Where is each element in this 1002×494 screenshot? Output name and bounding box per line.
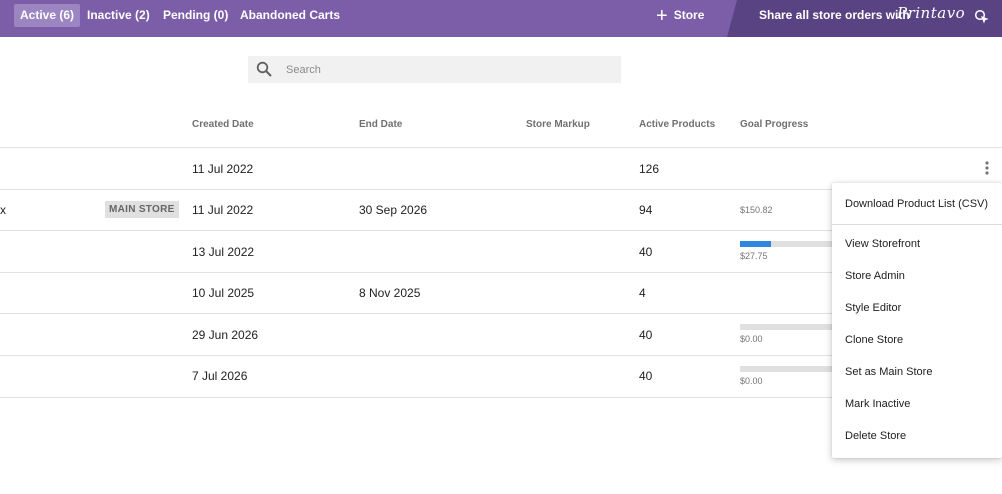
tab-active[interactable]: Active (6) [14,4,81,27]
active-products: 40 [639,245,653,259]
store-name-fragment: x [0,203,6,217]
column-header-store-markup[interactable]: Store Markup [526,119,590,130]
printavo-promo[interactable]: Share all store orders with Printavo [727,0,1002,37]
add-store-button[interactable]: + Store [656,4,704,27]
created-date: 7 Jul 2026 [192,369,248,383]
menu-item-mark-inactive[interactable]: Mark Inactive [832,390,1002,418]
column-header-goal-progress[interactable]: Goal Progress [740,119,808,130]
goal-amount: $0.00 [740,376,763,386]
menu-item-clone-store[interactable]: Clone Store [832,326,1002,354]
goal-amount: $0.00 [740,334,763,344]
active-products: 40 [639,328,653,342]
search-box [248,56,621,83]
column-header-active-products[interactable]: Active Products [639,119,715,130]
menu-item-set-main-store[interactable]: Set as Main Store [832,358,1002,386]
end-date: 30 Sep 2026 [359,203,428,217]
search-icon [256,61,272,77]
goal-amount: $27.75 [740,251,768,261]
top-bar: Active (6) Inactive (2) Pending (0) Aban… [0,0,1002,37]
menu-item-download-product-list[interactable]: Download Product List (CSV) [832,190,1002,218]
menu-item-view-storefront[interactable]: View Storefront [832,230,1002,258]
tab-pending[interactable]: Pending (0) [157,4,234,27]
goal-progress-fill [740,241,771,247]
cursor-click-icon[interactable] [974,9,990,25]
end-date: 8 Nov 2025 [359,286,421,300]
menu-item-style-editor[interactable]: Style Editor [832,294,1002,322]
printavo-logo: Printavo [897,4,966,22]
promo-text: Share all store orders with [759,8,910,22]
created-date: 11 Jul 2022 [192,162,254,176]
active-products: 4 [639,286,646,300]
menu-item-store-admin[interactable]: Store Admin [832,262,1002,290]
created-date: 13 Jul 2022 [192,245,255,259]
created-date: 29 Jun 2026 [192,328,259,342]
column-header-end-date[interactable]: End Date [359,119,402,130]
tab-abandoned-carts[interactable]: Abandoned Carts [234,4,346,27]
active-products: 126 [639,162,660,176]
goal-amount: $150.82 [740,205,773,215]
active-products: 94 [639,203,653,217]
search-input[interactable] [286,56,606,83]
plus-icon: + [656,5,668,27]
tab-inactive[interactable]: Inactive (2) [81,4,156,27]
main-store-badge: MAIN STORE [105,201,179,218]
active-products: 40 [639,369,653,383]
created-date: 11 Jul 2022 [192,203,254,217]
created-date: 10 Jul 2025 [192,286,255,300]
add-store-label: Store [673,8,705,22]
stores-page: Active (6) Inactive (2) Pending (0) Aban… [0,0,1002,494]
goal-progress-bar [740,324,840,330]
menu-divider [832,224,1002,225]
more-vertical-icon[interactable] [979,160,995,176]
goal-progress-bar [740,241,840,247]
menu-item-delete-store[interactable]: Delete Store [832,422,1002,450]
store-actions-menu: Download Product List (CSV) View Storefr… [832,183,1002,458]
goal-progress-bar [740,366,840,372]
column-header-created-date[interactable]: Created Date [192,119,254,130]
